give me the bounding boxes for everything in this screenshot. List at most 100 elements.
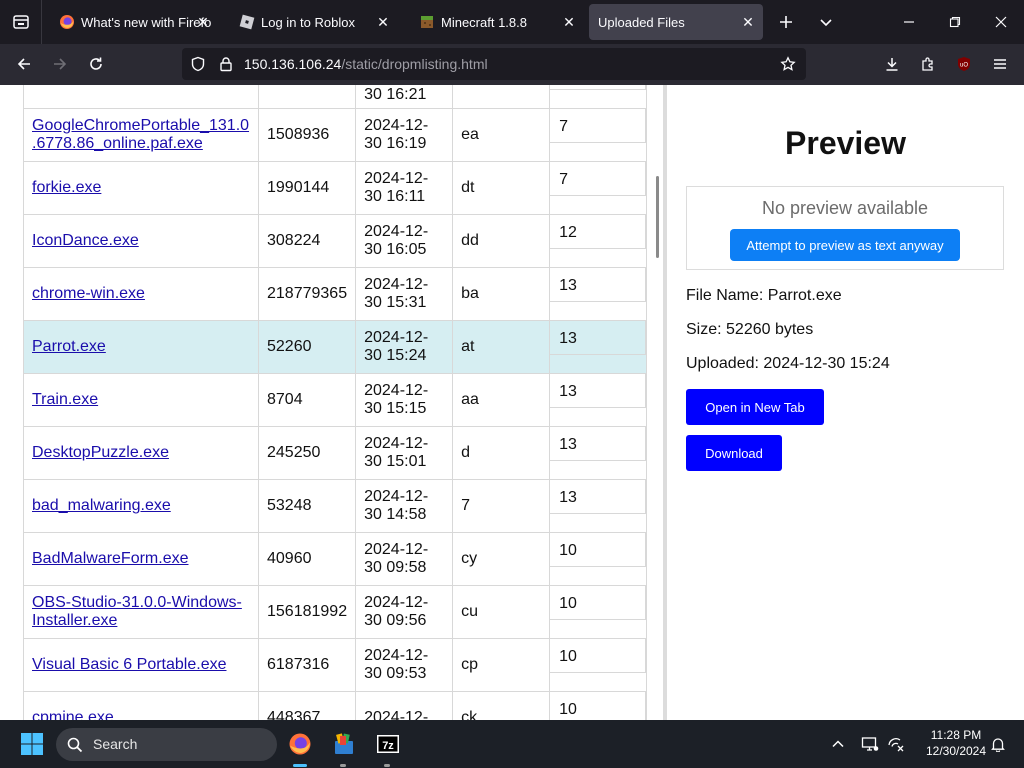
table-row-selected[interactable]: Parrot.exe 52260 2024-12- 30 15:24 at 13: [23, 320, 648, 374]
file-link[interactable]: DesktopPuzzle.exe: [32, 444, 169, 461]
file-link[interactable]: Parrot.exe: [32, 338, 106, 355]
table-row[interactable]: DesktopPuzzle.exe 245250 2024-12- 30 15:0…: [23, 426, 648, 480]
file-link[interactable]: BadMalwareForm.exe: [32, 550, 189, 567]
file-date-line: 2024-12-: [364, 488, 429, 505]
file-date-line: 30 09:53: [364, 665, 427, 682]
file-date-line: 30 15:24: [364, 347, 427, 364]
file-link[interactable]: bad_malwaring.exe: [32, 497, 171, 514]
tray-network-button[interactable]: [880, 728, 912, 760]
taskbar: Search 7z 11:28 PM 12/30/2024: [0, 720, 1024, 768]
file-date-line: 2024-12-: [364, 541, 429, 558]
new-tab-button[interactable]: [770, 0, 802, 44]
file-count-cell: 10: [549, 532, 648, 586]
taskbar-firefox[interactable]: [284, 728, 316, 760]
file-date-line: 30 16:11: [364, 188, 426, 205]
close-tab-icon[interactable]: ✕: [739, 13, 757, 31]
table-row[interactable]: BadMalwareForm.exe 40960 2024-12- 30 09:5…: [23, 532, 648, 586]
open-app-indicator: [384, 764, 390, 767]
file-tag-cell: [452, 85, 551, 109]
forward-button[interactable]: [44, 48, 76, 80]
file-link[interactable]: OBS-Studio-31.0.0-Windows- Installer.exe: [32, 594, 242, 629]
file-count-box: 10: [550, 533, 647, 567]
preview-title: Preview: [785, 125, 906, 161]
download-button[interactable]: Download: [686, 435, 782, 471]
firefox-view-button[interactable]: [0, 0, 42, 44]
file-name-cell: OBS-Studio-31.0.0-Windows- Installer.exe: [23, 585, 259, 639]
url-text[interactable]: 150.136.106.24/static/dropmlisting.html: [244, 48, 488, 80]
file-link[interactable]: forkie.exe: [32, 179, 101, 196]
taskbar-app-installer[interactable]: [328, 728, 360, 760]
table-row[interactable]: OBS-Studio-31.0.0-Windows- Installer.exe …: [23, 585, 648, 639]
file-name-cell: Train.exe: [23, 373, 259, 427]
preview-as-text-button[interactable]: Attempt to preview as text anyway: [730, 229, 960, 261]
file-link[interactable]: Train.exe: [32, 391, 98, 408]
close-window-button[interactable]: [978, 0, 1024, 44]
file-tag-cell: dt: [452, 161, 551, 215]
table-row[interactable]: IconDance.exe 308224 2024-12- 30 16:05 dd…: [23, 214, 648, 268]
app-menu-button[interactable]: [984, 48, 1016, 80]
file-link[interactable]: GoogleChromePortable_131.0.6778.86_onlin…: [32, 117, 249, 152]
lock-icon[interactable]: [218, 56, 234, 77]
active-app-indicator: [293, 764, 307, 767]
tab-uploaded-files[interactable]: Uploaded Files ✕: [589, 4, 763, 40]
extensions-button[interactable]: [912, 48, 944, 80]
table-row[interactable]: Visual Basic 6 Portable.exe 6187316 2024…: [23, 638, 648, 692]
file-date-cell: 2024-12- 30 09:58: [355, 532, 454, 586]
file-name-cell: DesktopPuzzle.exe: [23, 426, 259, 480]
file-count-cell: 10: [549, 691, 648, 720]
file-table: 30 16:21 GoogleChromePortable_131.0.6778…: [23, 85, 648, 720]
file-size-cell: [257, 85, 357, 109]
minimize-button[interactable]: [886, 0, 932, 44]
address-bar[interactable]: 150.136.106.24/static/dropmlisting.html: [182, 48, 806, 80]
tab-minecraft[interactable]: Minecraft 1.8.8 ✕: [406, 4, 584, 40]
shield-icon[interactable]: [190, 56, 206, 77]
file-size-cell: 448367: [257, 691, 357, 720]
reload-button[interactable]: [80, 48, 112, 80]
close-tab-icon[interactable]: ✕: [374, 13, 392, 31]
taskbar-7zip[interactable]: 7z: [372, 728, 404, 760]
table-row[interactable]: Train.exe 8704 2024-12- 30 15:15 aa 13: [23, 373, 648, 427]
notifications-button[interactable]: [982, 728, 1014, 760]
table-row[interactable]: GoogleChromePortable_131.0.6778.86_onlin…: [23, 108, 648, 162]
file-link[interactable]: Visual Basic 6 Portable.exe: [32, 656, 226, 673]
start-button[interactable]: [16, 728, 48, 760]
svg-text:7z: 7z: [382, 740, 394, 752]
firefox-icon: [59, 14, 75, 30]
list-all-tabs-button[interactable]: [810, 0, 842, 44]
tab-roblox[interactable]: Log in to Roblox ✕: [226, 4, 398, 40]
scrollbar-thumb[interactable]: [656, 176, 659, 258]
arrow-right-icon: [54, 58, 67, 70]
file-link[interactable]: IconDance.exe: [32, 232, 139, 249]
file-count-box: 13: [550, 374, 647, 408]
table-row[interactable]: cpmine.exe 448367 2024-12- ck 10: [23, 691, 648, 720]
file-tag-cell: ba: [452, 267, 551, 321]
page-content: 30 16:21 GoogleChromePortable_131.0.6778…: [0, 85, 1024, 720]
file-date-line: 2024-12-: [364, 435, 429, 452]
open-new-tab-button[interactable]: Open in New Tab: [686, 389, 824, 425]
display-icon: [861, 737, 879, 751]
file-date-cell: 2024-12- 30 09:53: [355, 638, 454, 692]
table-row[interactable]: bad_malwaring.exe 53248 2024-12- 30 14:58…: [23, 479, 648, 533]
bookmark-star-icon[interactable]: [780, 56, 796, 77]
table-row[interactable]: forkie.exe 1990144 2024-12- 30 16:11 dt 7: [23, 161, 648, 215]
file-link[interactable]: cpmine.exe: [32, 709, 114, 720]
file-link-line: GoogleChromePortable_131.0: [32, 117, 250, 134]
restore-button[interactable]: [932, 0, 978, 44]
file-link[interactable]: chrome-win.exe: [32, 285, 145, 302]
file-date-line: 30 09:58: [364, 559, 427, 576]
table-row[interactable]: chrome-win.exe 218779365 2024-12- 30 15:3…: [23, 267, 648, 321]
file-date-cell: 2024-12- 30 15:15: [355, 373, 454, 427]
back-button[interactable]: [8, 48, 40, 80]
close-tab-icon[interactable]: ✕: [194, 13, 212, 31]
file-count-box: 7: [550, 162, 647, 196]
close-tab-icon[interactable]: ✕: [560, 13, 578, 31]
file-name-cell: [23, 85, 259, 109]
downloads-button[interactable]: [876, 48, 908, 80]
file-list-pane[interactable]: 30 16:21 GoogleChromePortable_131.0.6778…: [0, 85, 663, 720]
tab-whats-new[interactable]: What's new with Firefo ✕: [46, 4, 218, 40]
ublock-origin-button[interactable]: uO: [948, 48, 980, 80]
file-date-cell: 2024-12- 30 15:24: [355, 320, 454, 374]
show-hidden-icons-button[interactable]: [822, 728, 854, 760]
taskbar-search[interactable]: Search: [56, 728, 277, 761]
windows-logo-icon: [21, 733, 43, 755]
